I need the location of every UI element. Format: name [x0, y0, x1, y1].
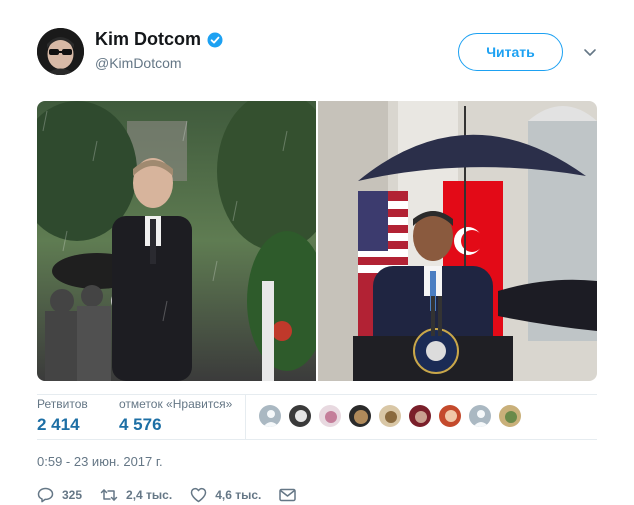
likes-label: отметок «Нравится» — [119, 397, 233, 411]
follow-button[interactable]: Читать — [458, 33, 563, 71]
reply-action[interactable]: 325 — [37, 487, 82, 503]
liker-avatar[interactable] — [498, 404, 522, 428]
retweets-count: 2 414 — [37, 415, 80, 434]
verified-badge-icon — [207, 32, 223, 48]
likes-count: 4 576 — [119, 415, 162, 434]
like-action[interactable]: 4,6 тыс. — [190, 487, 261, 503]
direct-message-action[interactable] — [279, 488, 297, 502]
tweet-stats: Ретвитов 2 414 отметок «Нравится» 4 576 — [37, 394, 597, 440]
reply-count: 325 — [62, 488, 83, 502]
chevron-down-icon[interactable] — [583, 45, 597, 59]
liker-avatar[interactable] — [258, 404, 282, 428]
tweet-actions: 325 2,4 тыс. 4,6 тыс. — [37, 486, 314, 504]
author-display-name[interactable]: Kim Dotcom — [95, 29, 201, 50]
reply-icon[interactable] — [37, 487, 54, 503]
retweets-label: Ретвитов — [37, 397, 88, 411]
tweet-timestamp[interactable]: 0:59 - 23 июн. 2017 г. — [37, 454, 163, 469]
tweet-header: Kim Dotcom @KimDotcom Читать — [37, 28, 597, 76]
author-avatar[interactable] — [37, 28, 84, 75]
tweet-media — [37, 101, 597, 381]
heart-icon[interactable] — [190, 487, 207, 503]
retweet-count: 2,4 тыс. — [126, 488, 173, 502]
liker-avatar[interactable] — [408, 404, 432, 428]
likes-stat[interactable]: отметок «Нравится» 4 576 — [119, 397, 232, 435]
liker-avatar[interactable] — [348, 404, 372, 428]
photo-left[interactable] — [37, 101, 316, 381]
photo-right[interactable] — [318, 101, 597, 381]
liker-avatar[interactable] — [378, 404, 402, 428]
liker-avatar[interactable] — [438, 404, 462, 428]
author-handle[interactable]: @KimDotcom — [95, 55, 223, 71]
retweet-action[interactable]: 2,4 тыс. — [100, 487, 172, 503]
author-info: Kim Dotcom @KimDotcom — [95, 29, 223, 71]
envelope-icon[interactable] — [279, 488, 297, 502]
retweets-stat[interactable]: Ретвитов 2 414 — [37, 397, 88, 435]
retweet-icon[interactable] — [100, 487, 118, 503]
liker-avatar[interactable] — [468, 404, 492, 428]
stats-divider — [245, 395, 246, 439]
liker-avatar[interactable] — [318, 404, 342, 428]
liker-avatar[interactable] — [288, 404, 312, 428]
liker-avatars — [258, 404, 522, 428]
like-count: 4,6 тыс. — [215, 488, 262, 502]
